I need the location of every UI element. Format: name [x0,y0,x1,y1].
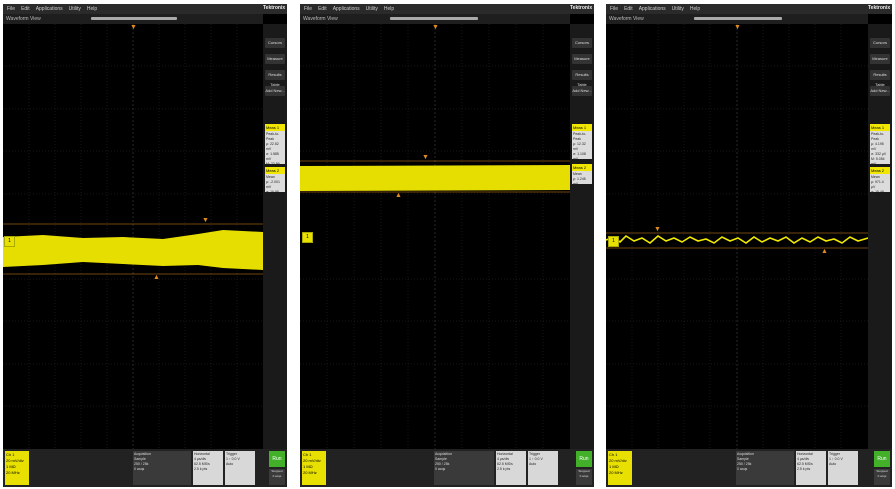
menu-applications[interactable]: Applications [36,4,63,14]
side-panel: Cursors Measure Results Table Add New...… [570,24,594,449]
menu-edit[interactable]: Edit [318,4,327,14]
side-panel: Cursors Measure Results Table Add New...… [868,24,892,449]
cursors-button[interactable]: Cursors [870,38,890,48]
trigger-marker-top: ▼ [432,24,439,31]
horizontal-scrollbar[interactable] [390,17,478,20]
horizontal-box[interactable]: Horizontal 4 μs/div 62.5 MS/s 2.5 k pts [796,451,826,485]
run-status: Stopped 0 acqs [576,469,592,485]
measure-button[interactable]: Measure [572,54,592,64]
acquisition-box[interactable]: Acquisition Sample 250 / 25k 0 acqs [133,451,191,485]
menu-file[interactable]: File [610,4,618,14]
horizontal-scrollbar[interactable] [91,17,177,20]
run-status: Stopped 0 acqs [269,469,285,485]
trigger-marker-top: ▼ [734,24,741,31]
menu-utility[interactable]: Utility [69,4,81,14]
run-button[interactable]: Run [576,451,592,467]
bottom-bar: Ch 1 20 mV/div 1 MΩ 20 MHz Acquisition Samp… [606,449,892,487]
run-status: Stopped 0 acqs [874,469,890,485]
add-new-button[interactable]: Add New... [870,86,890,96]
menu-help[interactable]: Help [87,4,97,14]
menu-file[interactable]: File [7,4,15,14]
menu-help[interactable]: Help [384,4,394,14]
results-table-button[interactable]: Results Table [265,70,285,87]
meas1-header[interactable]: Meas 1 [265,124,285,131]
waveform-plot[interactable]: ▼ ▼ ▲ 1 [300,24,570,449]
waveform-svg [3,24,263,449]
meas1-box: Peak-to-Peakμ: 12.32 mV σ: 1.108 mVM: 14… [572,131,592,181]
waveform-plot[interactable]: ▼ ▼ ▲ 1 [606,24,868,449]
run-button[interactable]: Run [269,451,285,467]
ch1-badge[interactable]: Ch 1 20 mV/div 1 MΩ 20 MHz [5,451,29,485]
menu-edit[interactable]: Edit [624,4,633,14]
brand-logo: Tektronix [263,5,286,11]
menu-applications[interactable]: Applications [333,4,360,14]
acquisition-box[interactable]: Acquisition Sample 250 / 25k 0 acqs [434,451,494,485]
meas2-box: Mean μ: 971.4 μV σ: 15.49 μV [870,174,890,199]
horizontal-box[interactable]: Horizontal 4 μs/div 62.5 MS/s 2.5 k pts [193,451,223,485]
meas1-box: Peak-to-Peak μ: 4.195 mV σ: 332 μV M: 5.05… [870,131,890,181]
cursor-b-marker[interactable]: ▲ [395,192,402,199]
meas2-box: Mean μ: -2.001 mV σ: 16.95 μV [265,174,285,199]
ch1-level-marker[interactable]: 1 [302,232,313,243]
ch1-badge[interactable]: Ch 1 20 mV/div 1 MΩ 20 MHz [608,451,632,485]
trigger-box[interactable]: Trigger 1 ↑ 0.0 V Auto [828,451,858,485]
cursors-button[interactable]: Cursors [265,38,285,48]
trigger-marker-top: ▼ [130,24,137,31]
cursor-a-marker[interactable]: ▼ [202,217,209,224]
cursor-a-marker[interactable]: ▼ [422,154,429,161]
cursor-a-marker[interactable]: ▼ [654,226,661,233]
trigger-box[interactable]: Trigger 1 ↑ 0.0 V Auto [528,451,558,485]
cursors-button[interactable]: Cursors [572,38,592,48]
measure-button[interactable]: Measure [870,54,890,64]
waveform-svg [606,24,868,449]
measure-button[interactable]: Measure [265,54,285,64]
scope-window-3: File Edit Applications Utility Help Tekt… [606,4,892,487]
menu-bar: File Edit Applications Utility Help [606,4,892,14]
cursor-b-marker[interactable]: ▲ [821,248,828,255]
meas2-header[interactable]: Meas 2 [572,164,592,171]
results-table-button[interactable]: Results Table [870,70,890,87]
waveform-plot[interactable]: ▼ ▼ ▲ 1 [3,24,263,449]
scope-window-1: File Edit Applications Utility Help Tekt… [3,4,287,487]
meas1-header[interactable]: Meas 1 [572,124,592,131]
meas2-box: Mean μ: 1.245 mV [572,171,592,186]
menu-applications[interactable]: Applications [639,4,666,14]
scope-window-2: File Edit Applications Utility Help Tekt… [300,4,594,487]
results-table-button[interactable]: Results Table [572,70,592,87]
bottom-bar: Ch 1 20 mV/div 1 MΩ 20 MHz Acquisition Samp… [3,449,287,487]
menu-utility[interactable]: Utility [366,4,378,14]
menu-help[interactable]: Help [690,4,700,14]
horizontal-scrollbar[interactable] [694,17,782,20]
ch1-badge[interactable]: Ch 1 20 mV/div 1 MΩ 20 MHz [302,451,326,485]
add-new-button[interactable]: Add New... [265,86,285,96]
side-panel: Cursors Measure Results Table Add New...… [263,24,287,449]
trigger-box[interactable]: Trigger 1 ↑ 0.0 V Auto [225,451,255,485]
meas1-header[interactable]: Meas 1 [870,124,890,131]
cursor-b-marker[interactable]: ▲ [153,274,160,281]
trace-band-2 [300,165,570,191]
menu-edit[interactable]: Edit [21,4,30,14]
menu-bar: File Edit Applications Utility Help [300,4,594,14]
brand-logo: Tektronix [570,5,593,11]
brand-logo: Tektronix [868,5,891,11]
meas1-box: Peak-to-Peak μ: 22.52 mV σ: 1.585 mV M: 22… [265,131,285,186]
menu-utility[interactable]: Utility [672,4,684,14]
meas2-header[interactable]: Meas 2 [870,167,890,174]
ch1-level-marker[interactable]: 1 [4,236,15,247]
add-new-button[interactable]: Add New... [572,86,592,96]
waveform-svg [300,24,570,449]
bottom-bar: Ch 1 20 mV/div 1 MΩ 20 MHz Acquisition Samp… [300,449,594,487]
horizontal-box[interactable]: Horizontal 4 μs/div 62.5 MS/s 2.5 k pts [496,451,526,485]
acquisition-box[interactable]: Acquisition Sample 250 / 25k 0 acqs [736,451,794,485]
menu-bar: File Edit Applications Utility Help [3,4,287,14]
menu-file[interactable]: File [304,4,312,14]
run-button[interactable]: Run [874,451,890,467]
meas2-header[interactable]: Meas 2 [265,167,285,174]
ch1-level-marker[interactable]: 1 [608,236,619,247]
